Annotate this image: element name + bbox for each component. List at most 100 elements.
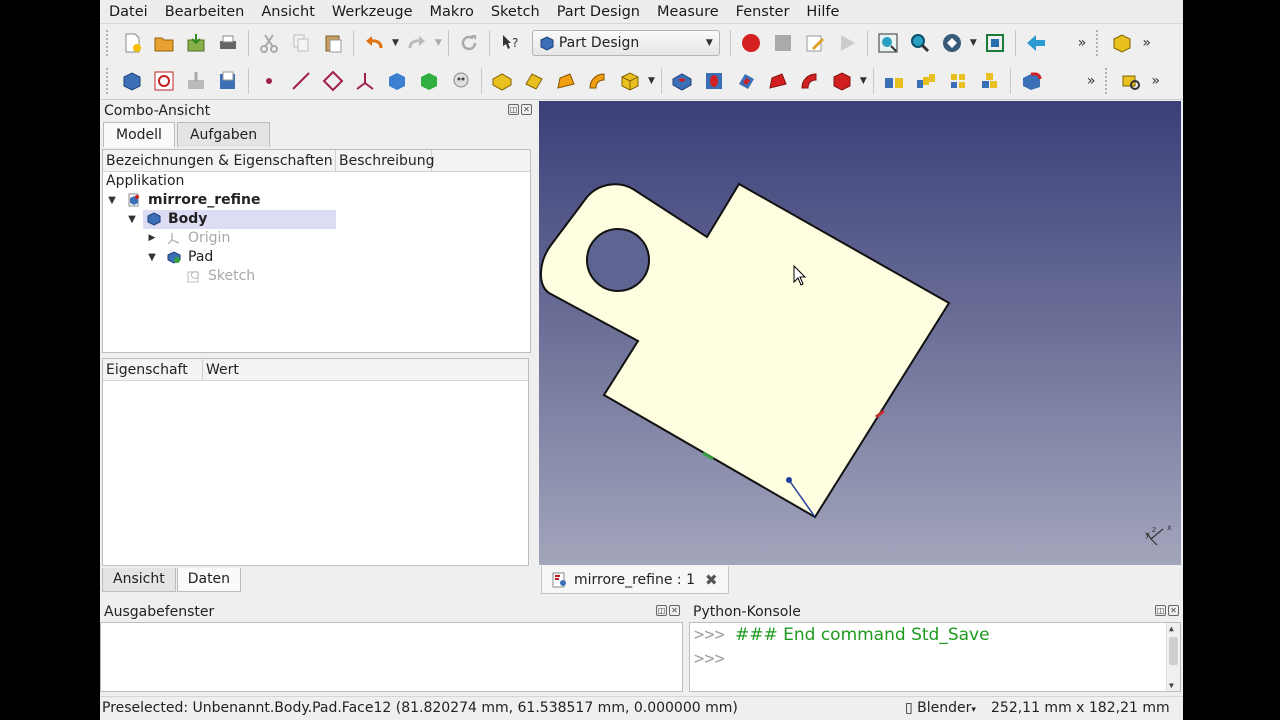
additive-pipe-button[interactable] <box>584 67 612 95</box>
map-sketch-button[interactable] <box>214 67 242 95</box>
subtractive-pipe-button[interactable] <box>796 67 824 95</box>
property-header-value[interactable]: Wert <box>203 359 528 380</box>
clone-button[interactable] <box>447 67 475 95</box>
open-button[interactable] <box>150 29 178 57</box>
toolbar-grip[interactable] <box>1105 67 1111 94</box>
close-panel-icon[interactable]: ✕ <box>521 104 532 115</box>
undo-button[interactable] <box>360 29 388 57</box>
pad-button[interactable] <box>488 67 516 95</box>
tree-row-document[interactable]: ▼ mirrore_refine <box>103 191 530 210</box>
3d-viewport[interactable]: y z x <box>539 101 1181 565</box>
datum-plane-button[interactable] <box>319 67 347 95</box>
create-sketch-button[interactable] <box>150 67 178 95</box>
expand-arrow-icon[interactable]: ▼ <box>126 210 138 229</box>
document-tab[interactable]: mirrore_refine : 1 ✖ <box>541 566 729 594</box>
fit-all-button[interactable] <box>874 29 902 57</box>
tree-header-description[interactable]: Beschreibung <box>336 150 435 171</box>
revolution-button[interactable] <box>520 67 548 95</box>
redo-dropdown-icon[interactable]: ▼ <box>435 38 442 48</box>
print-button[interactable] <box>214 29 242 57</box>
menu-part-design[interactable]: Part Design <box>548 1 648 23</box>
mirrored-button[interactable] <box>880 67 908 95</box>
macro-stop-button[interactable] <box>769 29 797 57</box>
subtractive-loft-button[interactable] <box>764 67 792 95</box>
property-header-name[interactable]: Eigenschaft <box>103 359 203 380</box>
additive-primitive-button[interactable] <box>616 67 644 95</box>
tab-ansicht[interactable]: Ansicht <box>102 568 176 592</box>
pocket-button[interactable] <box>668 67 696 95</box>
output-window[interactable] <box>100 622 683 692</box>
float-panel-icon[interactable]: ◫ <box>656 605 667 616</box>
draw-style-button[interactable] <box>938 29 966 57</box>
whats-this-button[interactable]: ? <box>496 29 524 57</box>
console-scrollbar[interactable]: ▲ ▼ <box>1166 623 1180 691</box>
menu-bearbeiten[interactable]: Bearbeiten <box>156 1 253 23</box>
shape-binder-button[interactable] <box>383 67 411 95</box>
scroll-up-icon[interactable]: ▲ <box>1169 624 1174 633</box>
close-panel-icon[interactable]: ✕ <box>669 605 680 616</box>
multi-transform-button[interactable] <box>976 67 1004 95</box>
bounding-box-button[interactable] <box>981 29 1009 57</box>
macro-record-button[interactable] <box>737 29 765 57</box>
toolbar-grip[interactable] <box>106 67 112 94</box>
tree-header-labels[interactable]: Bezeichnungen & Eigenschaften <box>103 150 336 171</box>
fillet-button[interactable] <box>1017 67 1045 95</box>
tree-row-origin[interactable]: ▶ Origin <box>103 229 530 248</box>
toolbar-overflow-icon[interactable]: » <box>1078 35 1087 51</box>
menu-werkzeuge[interactable]: Werkzeuge <box>323 1 421 23</box>
paste-button[interactable] <box>319 29 347 57</box>
groove-button[interactable] <box>732 67 760 95</box>
polar-pattern-button[interactable] <box>944 67 972 95</box>
menu-fenster[interactable]: Fenster <box>727 1 798 23</box>
navigation-style-button[interactable]: ▯ Blender▾ <box>905 697 976 720</box>
expand-arrow-icon[interactable]: ▼ <box>106 191 118 210</box>
save-button[interactable] <box>182 29 210 57</box>
python-console[interactable]: >>> ### End command Std_Save >>> ▲ ▼ <box>689 622 1181 692</box>
copy-button[interactable] <box>287 29 315 57</box>
linear-pattern-button[interactable] <box>912 67 940 95</box>
cut-button[interactable] <box>255 29 283 57</box>
toolbar-grip[interactable] <box>106 30 112 56</box>
redo-button[interactable] <box>403 29 431 57</box>
part-workbench-button[interactable] <box>1108 29 1136 57</box>
tree-row-sketch[interactable]: Sketch <box>103 267 530 286</box>
menu-sketch[interactable]: Sketch <box>482 1 548 23</box>
subtractive-primitive-button[interactable] <box>828 67 856 95</box>
menu-ansicht[interactable]: Ansicht <box>252 1 323 23</box>
float-panel-icon[interactable]: ◫ <box>1155 605 1166 616</box>
toolbar-overflow-icon[interactable]: » <box>1087 73 1096 89</box>
close-panel-icon[interactable]: ✕ <box>1168 605 1179 616</box>
tree-row-pad[interactable]: ▼ Pad <box>103 248 530 267</box>
toolbar-overflow-icon[interactable]: » <box>1151 73 1160 89</box>
expand-arrow-icon[interactable]: ▼ <box>146 248 158 267</box>
tab-modell[interactable]: Modell <box>103 122 175 147</box>
menu-makro[interactable]: Makro <box>421 1 482 23</box>
tab-daten[interactable]: Daten <box>176 568 242 592</box>
validate-sketch-button[interactable] <box>182 67 210 95</box>
close-icon[interactable]: ✖ <box>705 571 718 589</box>
collapse-arrow-icon[interactable]: ▶ <box>146 229 158 248</box>
new-document-button[interactable] <box>118 29 146 57</box>
datum-line-button[interactable] <box>287 67 315 95</box>
menu-measure[interactable]: Measure <box>648 1 727 23</box>
undo-dropdown-icon[interactable]: ▼ <box>392 38 399 48</box>
additive-loft-button[interactable] <box>552 67 580 95</box>
subshape-binder-button[interactable] <box>415 67 443 95</box>
local-cs-button[interactable] <box>351 67 379 95</box>
datum-point-button[interactable] <box>255 67 283 95</box>
create-body-button[interactable] <box>118 67 146 95</box>
scroll-down-icon[interactable]: ▼ <box>1169 681 1174 690</box>
menu-hilfe[interactable]: Hilfe <box>797 1 847 23</box>
draw-style-dropdown-icon[interactable]: ▼ <box>970 38 977 48</box>
toolbar-overflow-icon[interactable]: » <box>1142 35 1151 51</box>
float-panel-icon[interactable]: ◫ <box>508 104 519 115</box>
additive-dropdown-icon[interactable]: ▼ <box>648 76 655 86</box>
measure-button[interactable] <box>1117 67 1145 95</box>
menu-datei[interactable]: Datei <box>100 1 156 23</box>
toolbar-grip[interactable] <box>1096 30 1102 56</box>
workbench-selector[interactable]: Part Design ▼ <box>531 30 720 56</box>
fit-selection-button[interactable] <box>906 29 934 57</box>
macro-run-button[interactable] <box>833 29 861 57</box>
macro-edit-button[interactable] <box>801 29 829 57</box>
refresh-button[interactable] <box>455 29 483 57</box>
